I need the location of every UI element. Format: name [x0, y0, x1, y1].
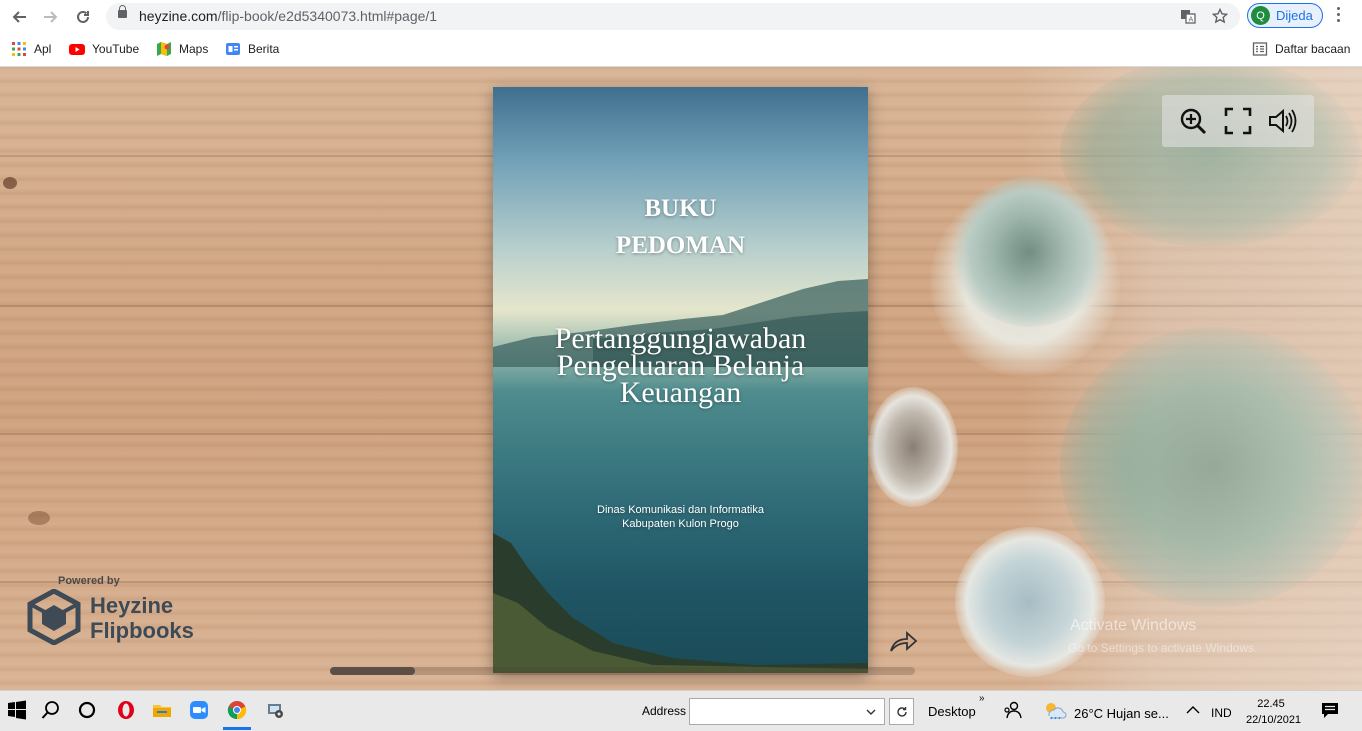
- avatar: Q: [1251, 6, 1270, 25]
- desktop-toolbar-label[interactable]: Desktop: [928, 704, 976, 719]
- address-go-button[interactable]: [889, 698, 914, 725]
- arrow-left-icon: [12, 11, 26, 23]
- windows-taskbar: Address Desktop » 26°C Hujan se... IND 2…: [0, 690, 1362, 731]
- flipbook-viewer: BUKU PEDOMAN Pertanggungjawaban Pengelua…: [0, 67, 1362, 690]
- publisher-line: Kabupaten Kulon Progo: [622, 518, 739, 530]
- bookmark-label: Berita: [248, 42, 280, 56]
- powered-by-label: Powered by: [58, 575, 120, 587]
- clock-time: 22.45: [1257, 698, 1285, 710]
- search-icon[interactable]: [41, 700, 61, 720]
- reload-button[interactable]: [72, 6, 94, 28]
- apps-grid-icon: [12, 42, 26, 56]
- toolbar-overflow-icon[interactable]: »: [979, 693, 985, 704]
- url-path: /flip-book/e2d5340073.html#page/1: [217, 8, 438, 24]
- browser-toolbar: heyzine.com/flip-book/e2d5340073.html#pa…: [0, 0, 1362, 33]
- chevron-down-icon[interactable]: [866, 708, 876, 716]
- youtube-icon: [69, 44, 85, 55]
- bookmark-label: Apl: [34, 42, 52, 56]
- back-button[interactable]: [8, 6, 30, 28]
- maps-icon: [157, 42, 171, 56]
- address-toolbar-input[interactable]: [689, 698, 885, 725]
- bookmark-star-icon[interactable]: [1211, 7, 1229, 25]
- bookmark-youtube[interactable]: YouTube: [69, 40, 139, 58]
- activation-watermark-hint: Go to Settings to activate Windows.: [1068, 641, 1258, 655]
- cactus-image: [868, 387, 958, 507]
- svg-text:A: A: [1189, 16, 1194, 24]
- book-publisher: Dinas Komunikasi dan Informatika Kabupat…: [493, 503, 868, 531]
- address-toolbar-label: Address: [642, 704, 687, 718]
- url-host: heyzine.com: [139, 8, 218, 24]
- bookmark-berita[interactable]: Berita: [225, 40, 279, 58]
- system-tool-icon[interactable]: [265, 700, 285, 720]
- refresh-icon: [896, 706, 907, 717]
- system-clock[interactable]: 22.45 22/10/2021: [1246, 696, 1302, 728]
- zoom-app-icon[interactable]: [189, 700, 209, 720]
- scrollbar-thumb[interactable]: [330, 667, 415, 675]
- address-bar[interactable]: heyzine.com/flip-book/e2d5340073.html#pa…: [106, 3, 1240, 30]
- bookmark-label: Maps: [179, 42, 209, 56]
- clock-date: 22/10/2021: [1246, 714, 1302, 726]
- wood-knot: [28, 511, 50, 525]
- heyzine-logo-icon[interactable]: [26, 589, 82, 645]
- book-title-line: PEDOMAN: [615, 232, 746, 259]
- url-text[interactable]: heyzine.com/flip-book/e2d5340073.html#pa…: [139, 8, 437, 24]
- reading-list-icon: [1252, 42, 1268, 56]
- weather-rain-icon[interactable]: [1043, 700, 1067, 720]
- sound-icon[interactable]: [1267, 106, 1297, 136]
- bookmark-maps[interactable]: Maps: [156, 40, 208, 58]
- brand-line: Flipbooks: [90, 618, 194, 643]
- windows-start-icon[interactable]: [7, 700, 27, 720]
- forward-button[interactable]: [40, 6, 62, 28]
- arrow-right-icon: [44, 11, 58, 23]
- book-cover-page[interactable]: BUKU PEDOMAN Pertanggungjawaban Pengelua…: [493, 87, 868, 673]
- bookmark-label: YouTube: [92, 42, 140, 56]
- activation-watermark: Activate Windows: [1070, 617, 1197, 634]
- heyzine-brand-text[interactable]: Heyzine Flipbooks: [90, 593, 194, 643]
- chrome-icon[interactable]: [227, 700, 247, 720]
- share-icon[interactable]: [888, 629, 918, 655]
- book-title-line: BUKU: [644, 195, 717, 222]
- reload-icon: [77, 10, 89, 23]
- input-language[interactable]: IND: [1211, 706, 1232, 720]
- reading-list-label: Daftar bacaan: [1275, 42, 1351, 56]
- chevron-up-icon[interactable]: [1183, 700, 1203, 720]
- profile-button[interactable]: Q Dijeda: [1247, 3, 1323, 28]
- cortana-icon[interactable]: [77, 700, 97, 720]
- book-title: BUKU PEDOMAN: [493, 190, 868, 264]
- bookmark-apl[interactable]: Apl: [11, 40, 51, 58]
- lock-icon: [118, 5, 127, 18]
- notification-icon[interactable]: [1320, 700, 1340, 720]
- zoom-in-icon[interactable]: [1178, 106, 1208, 136]
- book-subtitle: Pertanggungjawaban Pengeluaran Belanja K…: [493, 322, 868, 409]
- profile-label: Dijeda: [1276, 8, 1313, 23]
- file-explorer-icon[interactable]: [152, 700, 172, 720]
- book-subtitle-line: Keuangan: [619, 376, 742, 409]
- publisher-line: Dinas Komunikasi dan Informatika: [597, 504, 764, 516]
- page-scrollbar[interactable]: [330, 667, 915, 675]
- brand-line: Heyzine: [90, 593, 174, 618]
- photo-overlay: [1020, 67, 1362, 690]
- fullscreen-icon[interactable]: [1223, 106, 1253, 136]
- news-icon: [226, 43, 240, 55]
- opera-icon[interactable]: [116, 700, 136, 720]
- book-subtitle-line: Pertanggungjawaban: [554, 322, 807, 355]
- book-subtitle-line: Pengeluaran Belanja: [556, 349, 805, 382]
- foreground-hill: [493, 533, 868, 673]
- wood-knot: [3, 177, 17, 189]
- viewer-toolbar: [1162, 95, 1314, 147]
- translate-icon[interactable]: A: [1179, 7, 1197, 25]
- weather-text[interactable]: 26°C Hujan se...: [1074, 706, 1169, 721]
- bookmarks-bar: Apl YouTube Maps Berita Daftar bacaan: [0, 33, 1362, 67]
- kebab-menu-icon[interactable]: [1337, 7, 1341, 25]
- people-icon[interactable]: [1002, 700, 1022, 720]
- reading-list-button[interactable]: Daftar bacaan: [1252, 40, 1350, 58]
